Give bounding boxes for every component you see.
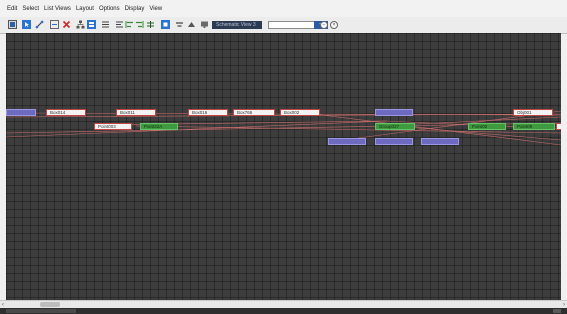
menu-options[interactable]: Options <box>96 6 122 12</box>
close-icon[interactable]: × <box>330 21 338 29</box>
align-icon[interactable] <box>115 20 124 29</box>
schematic-node[interactable] <box>328 138 366 145</box>
connect-icon[interactable] <box>35 20 44 29</box>
display-floater-icon[interactable] <box>8 20 17 29</box>
menu-edit[interactable]: Edit <box>0 6 20 12</box>
references-mode-icon[interactable] <box>87 20 96 29</box>
minus-icon[interactable]: − <box>320 21 328 29</box>
menu-list-views[interactable]: List Views <box>42 6 74 12</box>
menu-bar: Edit Select List Views Layout Options Di… <box>0 0 567 17</box>
display-icon[interactable] <box>200 20 209 29</box>
unlink-icon[interactable] <box>50 20 59 29</box>
wires-layer <box>6 110 561 146</box>
schematic-node[interactable]: Box014 <box>46 109 86 116</box>
menu-layout[interactable]: Layout <box>73 6 96 12</box>
schematic-node[interactable] <box>6 109 36 116</box>
schematic-node[interactable]: Box766 <box>233 109 275 116</box>
schematic-node[interactable]: Box002 <box>280 109 320 116</box>
preferences-icon[interactable] <box>187 20 196 29</box>
move-children-icon[interactable] <box>101 20 110 29</box>
status-text <box>90 308 190 314</box>
schematic-node[interactable] <box>421 138 459 145</box>
schematic-node[interactable] <box>375 138 413 145</box>
schematic-node[interactable]: Point09 <box>513 123 555 130</box>
menu-display[interactable]: Display <box>122 6 147 12</box>
menu-view[interactable]: View <box>147 6 165 12</box>
schematic-node[interactable]: Point02 <box>468 123 506 130</box>
align-left-icon[interactable] <box>125 20 134 29</box>
status-bar <box>0 308 567 314</box>
delete-icon[interactable] <box>62 20 71 29</box>
arrange-children-icon[interactable] <box>146 20 155 29</box>
schematic-node[interactable] <box>375 109 413 116</box>
schematic-node[interactable]: Obj001 <box>513 109 553 116</box>
toolbar: Schematic View 3 ▾ − × <box>0 17 567 34</box>
shrink-icon[interactable] <box>161 20 170 29</box>
select-icon[interactable] <box>22 20 31 29</box>
grow-icon[interactable] <box>175 20 184 29</box>
schematic-node[interactable]: Group027 <box>375 123 415 130</box>
menu-select[interactable]: Select <box>20 6 42 12</box>
hierarchy-mode-icon[interactable] <box>76 20 85 29</box>
scrollbar-thumb[interactable] <box>40 302 60 307</box>
schematic-canvas[interactable]: Box014 Box011 Box016 Box766 Box002 Obj00… <box>6 33 561 300</box>
schematic-node[interactable]: Box016 <box>188 109 228 116</box>
command-input[interactable] <box>6 309 76 313</box>
align-right-icon[interactable] <box>135 20 144 29</box>
schematic-node[interactable]: Box011 <box>116 109 156 116</box>
schematic-node[interactable]: Point22A <box>140 123 178 130</box>
schematic-node[interactable]: Point003 <box>94 123 132 130</box>
schematic-node[interactable] <box>556 123 561 130</box>
status-icon <box>553 309 561 313</box>
view-name-field[interactable]: Schematic View 3 <box>212 21 262 29</box>
